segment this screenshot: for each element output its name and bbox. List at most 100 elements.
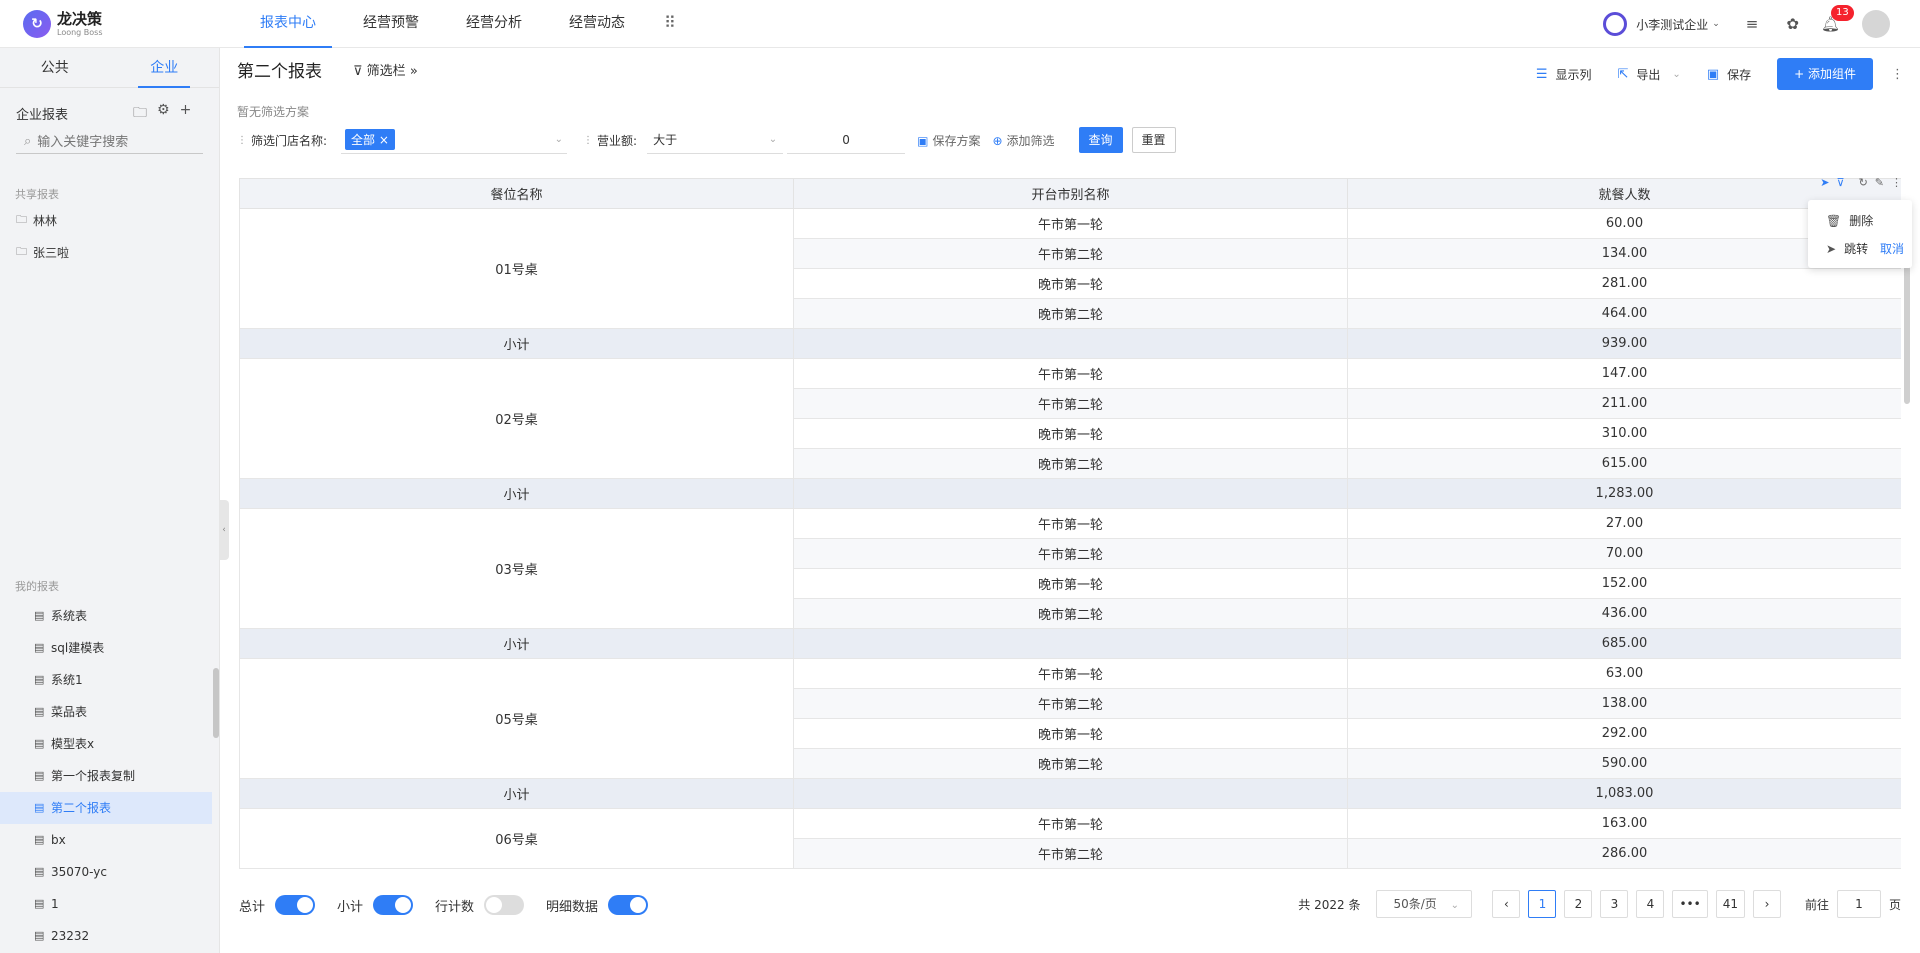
- sidebar-item-report[interactable]: ▤ 35070-yc: [0, 856, 212, 888]
- table-row: 05号桌 午市第一轮 63.00: [239, 658, 1901, 779]
- sidebar-item-report[interactable]: ▤ 菜品表: [0, 696, 212, 728]
- table-cell-diners: 281.00: [1347, 268, 1901, 299]
- avatar[interactable]: [1862, 10, 1890, 38]
- table-scrollbar[interactable]: [1904, 258, 1910, 404]
- sidebar-collapse-handle[interactable]: ‹: [219, 500, 229, 560]
- more-icon[interactable]: ⋮: [1891, 176, 1902, 189]
- nav-business-dynamics[interactable]: 经营动态: [553, 0, 641, 48]
- no-filter-scheme: 暂无筛选方案: [237, 105, 310, 119]
- save-scheme-link[interactable]: ▣ 保存方案: [917, 132, 980, 149]
- bell-icon[interactable]: 🔔︎ 13: [1821, 5, 1854, 33]
- column-header[interactable]: 餐位名称: [239, 178, 794, 209]
- table-cell-session: 晚市第二轮: [793, 298, 1348, 329]
- subtotal-label: 小计: [239, 628, 794, 659]
- sidebar-item-label: sql建模表: [51, 641, 105, 655]
- more-icon[interactable]: ⋮: [1891, 67, 1904, 82]
- sidebar-item-report[interactable]: ▤ 模型表x: [0, 728, 212, 760]
- page-button[interactable]: 2: [1564, 890, 1593, 918]
- delete-menu-item[interactable]: 🗑︎ 删除: [1826, 212, 1873, 229]
- sidebar-item-report[interactable]: ▤ sql建模表: [0, 632, 212, 664]
- query-button[interactable]: 查询: [1078, 127, 1123, 153]
- app-logo[interactable]: ↻ 龙决策 Loong Boss: [23, 10, 103, 38]
- my-reports-list: ▤ 系统表 ▤ sql建模表 ▤ 系统1 ▤ 菜品表 ▤ 模型表x ▤ 第一个报表复制 ▤ 第二个报表 ▤ b…: [0, 600, 212, 952]
- tab-enterprise[interactable]: 企业: [110, 48, 220, 88]
- component-toolbar: ➤ ⊽ ↻ ✎ ⋮: [1813, 176, 1902, 189]
- shared-folder-item[interactable]: 🗀︎ 张三啦: [16, 243, 69, 262]
- shared-folder-item[interactable]: 🗀︎ 林林: [16, 211, 57, 230]
- table-cell-group: 06号桌: [239, 808, 794, 869]
- sidebar-item-report[interactable]: ▤ 第一个报表复制: [0, 760, 212, 792]
- table-cell-diners: 436.00: [1347, 598, 1901, 629]
- page-button[interactable]: 1: [1528, 890, 1557, 918]
- tab-public[interactable]: 公共: [0, 48, 110, 87]
- close-icon[interactable]: ×: [379, 133, 389, 147]
- export-icon: ⇱: [1617, 66, 1629, 82]
- sidebar-item-report[interactable]: ▤ 1: [0, 888, 212, 920]
- page-button[interactable]: 3: [1600, 890, 1629, 918]
- subtotal-row: 小计 1,083.00: [239, 778, 1901, 809]
- subtotal-value: 939.00: [1347, 328, 1901, 359]
- sidebar-item-report[interactable]: ▤ 系统1: [0, 664, 212, 696]
- nav-report-center[interactable]: 报表中心: [244, 0, 332, 48]
- columns-label: 显示列: [1555, 67, 1592, 82]
- store-tag[interactable]: 全部 ×: [345, 129, 395, 150]
- column-header[interactable]: 开台市别名称: [793, 178, 1348, 209]
- add-icon[interactable]: +: [180, 102, 192, 126]
- table-cell-diners: 163.00: [1347, 808, 1901, 839]
- send-icon[interactable]: ➤: [1820, 176, 1829, 189]
- revenue-value-input[interactable]: 0: [787, 126, 906, 154]
- search-input[interactable]: [37, 134, 188, 149]
- toggle-total[interactable]: [275, 895, 316, 915]
- page-button[interactable]: 4: [1636, 890, 1665, 918]
- add-component-button[interactable]: + 添加组件: [1777, 58, 1873, 90]
- report-icon: ▤: [34, 833, 45, 846]
- operator-select[interactable]: 大于 ⌄: [647, 126, 784, 154]
- toggle-detail[interactable]: [608, 895, 649, 915]
- nav-business-analysis[interactable]: 经营分析: [450, 0, 538, 48]
- columns-button[interactable]: ☰ 显示列: [1536, 66, 1592, 83]
- sidebar-scrollbar[interactable]: [213, 668, 219, 738]
- toggle-subtotal[interactable]: [373, 895, 414, 915]
- more-pages-button[interactable]: •••: [1672, 890, 1708, 918]
- edit-icon[interactable]: ✎: [1875, 176, 1884, 189]
- sidebar-item-report[interactable]: ▤ 23232: [0, 920, 212, 952]
- drag-handle-icon[interactable]: ⋮: [237, 135, 247, 146]
- sidebar-search: ⌕: [16, 130, 203, 154]
- chevron-down-icon: ⌄: [1672, 68, 1681, 80]
- export-button[interactable]: ⇱ 导出 ⌄: [1618, 66, 1681, 83]
- bug-icon[interactable]: ✿: [1786, 15, 1799, 33]
- toggle-row-count[interactable]: [484, 895, 525, 915]
- sidebar-item-report[interactable]: ▤ bx: [0, 824, 212, 856]
- filter-toggle[interactable]: ⊽ 筛选栏 »: [353, 60, 418, 79]
- add-filter-link[interactable]: ⊕ 添加筛选: [992, 132, 1054, 149]
- apps-grid-icon[interactable]: ⠿: [656, 0, 684, 48]
- refresh-icon[interactable]: ↻: [1859, 176, 1868, 189]
- cancel-link[interactable]: 取消: [1880, 240, 1904, 257]
- prev-page-button[interactable]: ‹: [1492, 890, 1521, 918]
- sidebar-item-report[interactable]: ▤ 第二个报表: [0, 792, 212, 824]
- store-select[interactable]: 全部 × ⌄: [341, 126, 568, 154]
- new-folder-icon[interactable]: 🗀︎: [133, 102, 147, 126]
- chevron-down-icon[interactable]: ⌄: [1712, 19, 1720, 29]
- drag-handle-icon[interactable]: ⋮: [583, 135, 593, 146]
- table-cell-diners: 70.00: [1347, 538, 1901, 569]
- sidebar-item-report[interactable]: ▤ 系统表: [0, 600, 212, 632]
- nav-business-warning[interactable]: 经营预警: [347, 0, 435, 48]
- reset-button[interactable]: 重置: [1131, 127, 1176, 153]
- pagination: 共 2022 条 50条/页 ⌄ ‹ 1 2 3 4 ••• 41 › 前往 1 页: [1298, 890, 1901, 918]
- folder-settings-icon[interactable]: ⚙︎: [157, 102, 170, 126]
- subtotal-empty-cell: [793, 478, 1348, 509]
- goto-page-input[interactable]: 1: [1836, 890, 1881, 918]
- chevron-down-icon: ⌄: [768, 134, 778, 145]
- filter-icon[interactable]: ⊽: [1837, 176, 1845, 189]
- table-cell-diners: 292.00: [1347, 718, 1901, 749]
- next-page-button[interactable]: ›: [1752, 890, 1781, 918]
- enterprise-switcher[interactable]: 小李测试企业: [1636, 16, 1708, 33]
- save-button[interactable]: ▣ 保存: [1707, 66, 1751, 83]
- page-size-select[interactable]: 50条/页 ⌄: [1376, 890, 1473, 918]
- menu-icon[interactable]: ≡: [1746, 15, 1759, 33]
- top-bar: ↻ 龙决策 Loong Boss 报表中心 经营预警 经营分析 经营动态 ⠿ 小…: [0, 0, 1920, 48]
- jump-menu-item[interactable]: ➤ 跳转: [1826, 240, 1868, 257]
- table-row: 06号桌 午市第一轮 163.00: [239, 808, 1901, 869]
- page-button[interactable]: 41: [1715, 890, 1745, 918]
